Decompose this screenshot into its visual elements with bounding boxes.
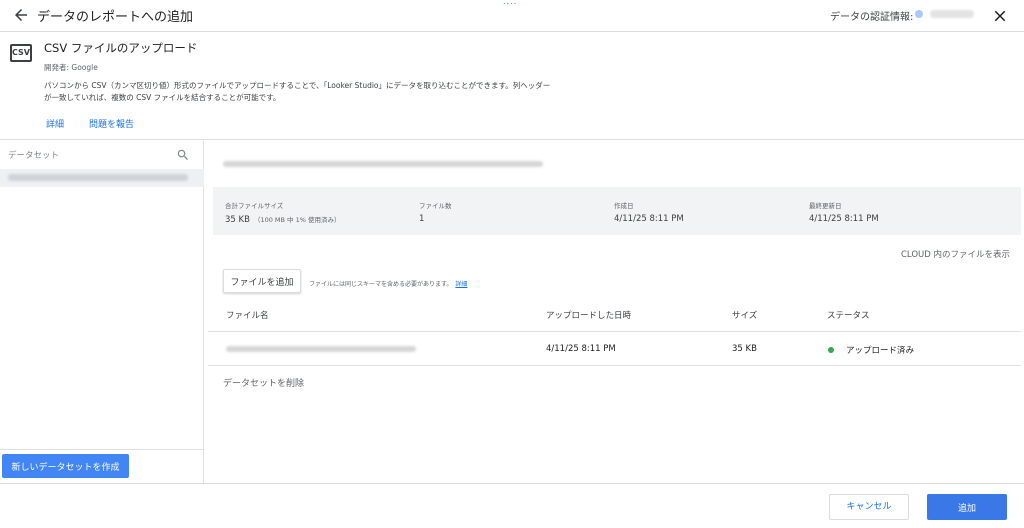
delete-dataset-button[interactable]: データセットを削除 <box>223 376 304 389</box>
connector-developer: 開発者: Google <box>44 63 98 72</box>
stat-value: 4/11/25 8:11 PM <box>614 214 684 224</box>
file-table-header: ファイル名 アップロードした日時 サイズ ステータス <box>208 298 1021 332</box>
connector-description: パソコンから CSV（カンマ区切り値）形式のファイルでアップロードすることで、「… <box>44 81 551 102</box>
search-icon[interactable] <box>176 148 190 162</box>
column-header-size[interactable]: サイズ <box>732 309 757 321</box>
size-cell: 35 KB <box>732 344 757 354</box>
new-dataset-button[interactable]: 新しいデータセットを作成 <box>2 454 129 478</box>
usage-note: （100 MB 中 1% 使用済み） <box>253 216 341 224</box>
total-size-value: 35 KB <box>225 215 250 225</box>
dataset-stats: 合計ファイルサイズ 35 KB （100 MB 中 1% 使用済み） ファイル数 … <box>213 187 1021 235</box>
report-issue-link[interactable]: 問題を報告 <box>89 117 134 130</box>
status-dot-icon <box>828 347 834 353</box>
credentials-avatar <box>915 10 923 18</box>
close-icon[interactable] <box>991 7 1009 25</box>
upload-date-cell: 4/11/25 8:11 PM <box>546 344 616 354</box>
csv-file-icon: CSV <box>10 44 32 62</box>
dataset-title-redacted <box>223 161 543 167</box>
column-header-filename[interactable]: ファイル名 <box>226 309 269 321</box>
arrow-left-icon[interactable] <box>12 6 30 24</box>
dataset-name-redacted <box>8 174 188 181</box>
add-button[interactable]: 追加 <box>927 494 1007 520</box>
connector-name: CSV ファイルのアップロード <box>44 41 198 55</box>
add-file-note: ファイルには同じスキーマを含める必要があります。 詳細 <box>309 279 467 288</box>
connector-header: CSV CSV ファイルのアップロード 開発者: Google パソコンから C… <box>0 32 1024 140</box>
credentials-label: データの認証情報: <box>830 12 914 23</box>
stat-value: 1 <box>419 214 425 224</box>
details-link[interactable]: 詳細 <box>46 117 64 130</box>
stat-label: 最終更新日 <box>809 202 842 210</box>
dataset-list-item[interactable] <box>0 169 204 187</box>
stat-value: 4/11/25 8:11 PM <box>809 214 879 224</box>
cancel-button[interactable]: キャンセル <box>829 494 909 520</box>
dialog-footer: キャンセル 追加 <box>0 483 1024 528</box>
dataset-search-input[interactable]: データセット <box>8 149 59 161</box>
stat-updated: 最終更新日 4/11/25 8:11 PM <box>809 200 879 224</box>
dataset-detail-panel: 合計ファイルサイズ 35 KB （100 MB 中 1% 使用済み） ファイル数 … <box>205 141 1024 483</box>
stat-label: 作成日 <box>614 202 634 210</box>
dataset-sidebar: データセット 新しいデータセットを作成 <box>0 141 204 483</box>
schema-details-link[interactable]: 詳細 <box>455 281 467 288</box>
stat-total-size: 合計ファイルサイズ 35 KB （100 MB 中 1% 使用済み） <box>225 200 341 225</box>
file-name-redacted <box>226 346 416 352</box>
top-bar: データのレポートへの追加 .... データの認証情報: <box>0 0 1024 32</box>
stat-label: 合計ファイルサイズ <box>225 202 284 210</box>
view-in-cloud-link[interactable]: CLOUD 内のファイルを表示 <box>901 248 1010 260</box>
page-title: データのレポートへの追加 <box>37 10 194 25</box>
stat-value: 35 KB （100 MB 中 1% 使用済み） <box>225 214 341 225</box>
column-header-status[interactable]: ステータス <box>827 309 870 321</box>
column-header-uploaded[interactable]: アップロードした日時 <box>546 309 631 321</box>
stat-file-count: ファイル数 1 <box>419 200 452 224</box>
status-cell: アップロード済み <box>846 346 915 356</box>
add-file-button[interactable]: ファイルを追加 <box>223 269 301 293</box>
table-row[interactable]: 4/11/25 8:11 PM 35 KB アップロード済み <box>208 332 1021 366</box>
credentials-account[interactable] <box>930 10 974 18</box>
schema-note: ファイルには同じスキーマを含める必要があります。 <box>309 281 453 288</box>
drag-handle[interactable]: .... <box>503 0 517 6</box>
sidebar-footer: 新しいデータセットを作成 <box>0 449 204 483</box>
stat-label: ファイル数 <box>419 202 452 210</box>
stat-created: 作成日 4/11/25 8:11 PM <box>614 200 684 224</box>
